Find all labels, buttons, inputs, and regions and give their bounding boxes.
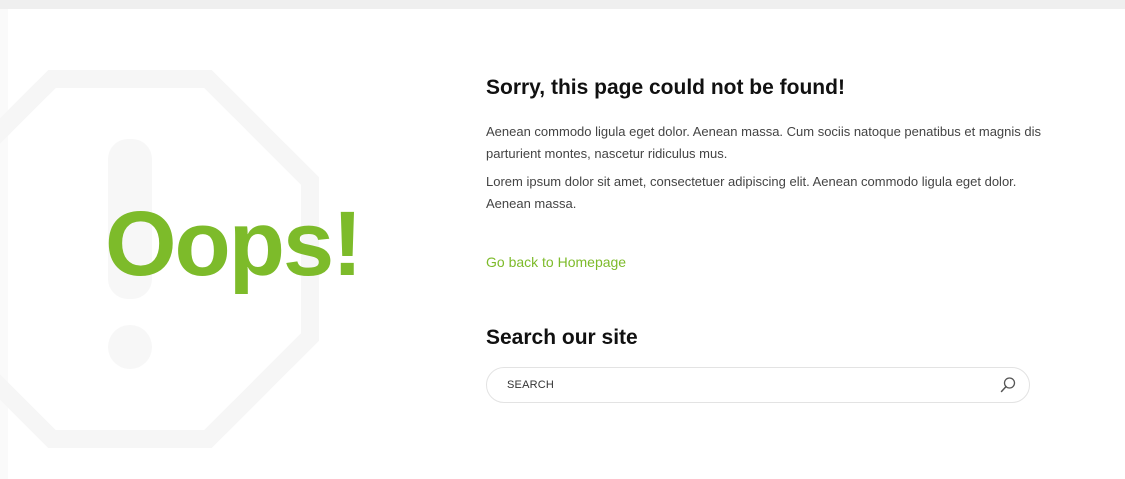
top-border	[0, 0, 1125, 9]
go-home-link[interactable]: Go back to Homepage	[486, 251, 626, 273]
error-paragraph-2: Lorem ipsum dolor sit amet, consectetuer…	[486, 174, 1017, 211]
oops-heading: Oops!	[105, 193, 363, 295]
search-icon[interactable]	[999, 376, 1017, 394]
error-title: Sorry, this page could not be found!	[486, 76, 845, 99]
not-found-page: Oops! Sorry, this page could not be foun…	[0, 9, 1125, 479]
error-paragraph-1: Aenean commodo ligula eget dolor. Aenean…	[486, 124, 1042, 161]
search-title: Search our site	[486, 326, 638, 349]
error-content: Sorry, this page could not be found! Aen…	[486, 73, 1046, 403]
search-input[interactable]	[507, 374, 977, 396]
search-form	[486, 367, 1030, 403]
